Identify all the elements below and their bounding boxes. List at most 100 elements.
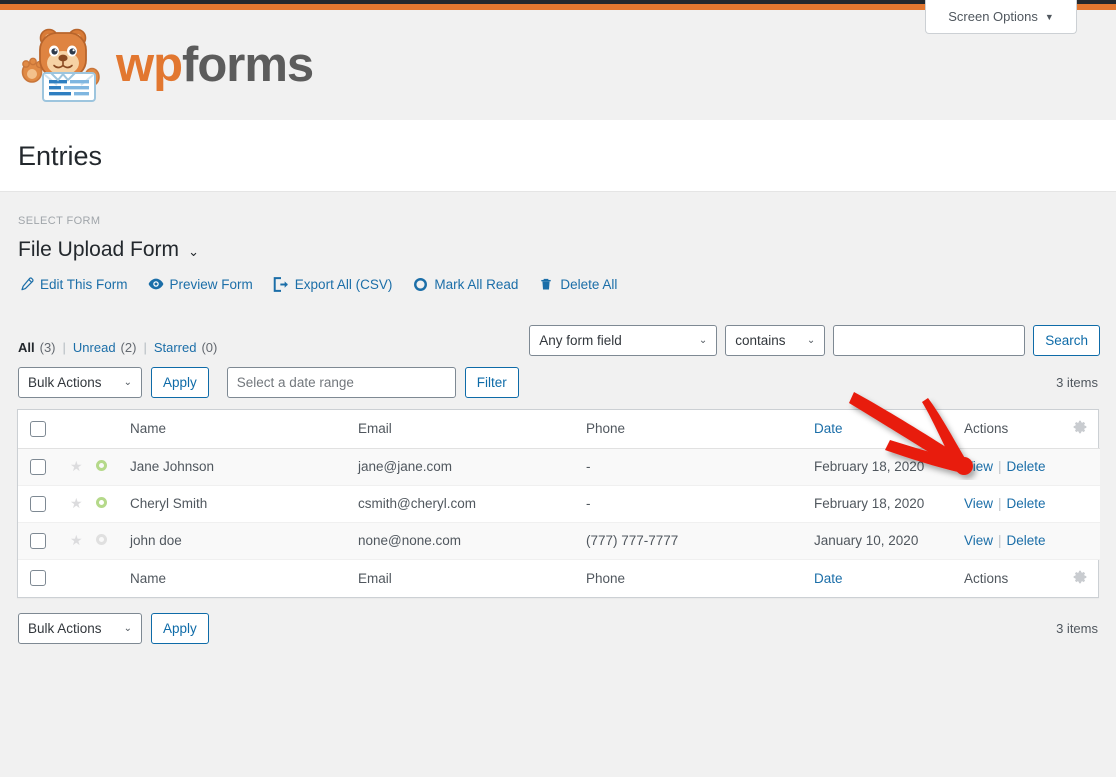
star-column-footer xyxy=(70,559,96,597)
circle-o-icon xyxy=(412,276,428,292)
cell-date: February 18, 2020 xyxy=(814,496,925,511)
row-select-cell xyxy=(18,448,70,485)
search-button[interactable]: Search xyxy=(1033,325,1100,356)
select-all-header xyxy=(18,410,70,448)
search-field-select-value: Any form field xyxy=(539,333,622,348)
row-star-cell: ★ xyxy=(70,485,96,522)
pencil-icon xyxy=(18,276,34,292)
column-header-phone: Phone xyxy=(586,421,626,437)
column-header-name: Name xyxy=(130,421,167,437)
wordmark-wp: wp xyxy=(116,37,183,92)
preview-form-link[interactable]: Preview Form xyxy=(148,276,253,292)
chevron-down-icon: ▼ xyxy=(1044,11,1054,22)
eye-icon xyxy=(148,276,164,292)
view-separator: | xyxy=(62,340,66,355)
bulk-actions-select-bottom[interactable]: Bulk Actions ⌄ xyxy=(18,613,142,644)
mark-all-read-link[interactable]: Mark All Read xyxy=(412,276,518,292)
read-indicator-icon[interactable] xyxy=(96,534,107,545)
column-footer-date[interactable]: Date xyxy=(814,559,964,597)
star-column-header xyxy=(70,410,96,448)
star-icon[interactable]: ★ xyxy=(70,533,83,547)
apply-button-bottom[interactable]: Apply xyxy=(151,613,209,644)
export-all-csv-link[interactable]: Export All (CSV) xyxy=(273,276,393,292)
row-read-cell xyxy=(96,522,130,559)
unread-indicator-icon[interactable] xyxy=(96,460,107,471)
search-compare-select[interactable]: contains ⌄ xyxy=(725,325,826,356)
delete-entry-link[interactable]: Delete xyxy=(1007,459,1046,474)
row-select-cell xyxy=(18,522,70,559)
selected-form-name: File Upload Form xyxy=(18,238,180,261)
cell-phone: (777) 777-7777 xyxy=(586,533,679,548)
row-checkbox[interactable] xyxy=(30,495,46,512)
delete-entry-link[interactable]: Delete xyxy=(1007,533,1046,548)
view-starred-count: (0) xyxy=(201,340,218,355)
row-star-cell: ★ xyxy=(70,522,96,559)
apply-label-bottom: Apply xyxy=(163,621,197,636)
entry-status-views: All (3) | Unread (2) | Starred (0) xyxy=(18,340,217,355)
export-all-csv-label: Export All (CSV) xyxy=(294,276,393,292)
table-row[interactable]: ★ john doe none@none.com (777) 777-7777 … xyxy=(18,522,1100,559)
apply-button-top[interactable]: Apply xyxy=(151,367,209,398)
column-footer-actions: Actions xyxy=(964,570,1009,586)
wpforms-bear-mascot-icon xyxy=(18,25,106,105)
column-header-date-link: Date xyxy=(814,421,843,437)
view-unread-link[interactable]: Unread xyxy=(73,340,116,355)
column-settings-header[interactable] xyxy=(1060,410,1100,448)
gear-icon[interactable] xyxy=(1073,421,1087,437)
select-all-checkbox-footer[interactable] xyxy=(30,570,46,587)
action-separator: | xyxy=(998,533,1002,548)
view-separator: | xyxy=(143,340,147,355)
wordmark-forms: forms xyxy=(182,37,314,92)
table-footer-row: Name Email Phone Date Actions xyxy=(18,559,1100,597)
view-entry-link[interactable]: View xyxy=(964,459,993,474)
tablenav-top: Bulk Actions ⌄ Apply Select a date range… xyxy=(18,367,519,398)
filter-button[interactable]: Filter xyxy=(464,367,519,398)
star-icon[interactable]: ★ xyxy=(70,459,83,473)
column-header-date[interactable]: Date xyxy=(814,410,964,448)
cell-name: Jane Johnson xyxy=(130,459,215,474)
bulk-actions-value-bottom: Bulk Actions xyxy=(28,621,102,636)
filter-label: Filter xyxy=(476,375,507,390)
column-footer-email: Email xyxy=(358,570,392,586)
items-count-top: 3 items xyxy=(1056,375,1098,390)
table-row[interactable]: ★ Cheryl Smith csmith@cheryl.com - Febru… xyxy=(18,485,1100,522)
edit-this-form-label: Edit This Form xyxy=(40,276,128,292)
search-input[interactable] xyxy=(833,325,1026,356)
cell-phone: - xyxy=(586,459,591,474)
search-field-select[interactable]: Any form field ⌄ xyxy=(529,325,718,356)
column-settings-footer[interactable] xyxy=(1060,559,1100,597)
cell-date: January 10, 2020 xyxy=(814,533,919,548)
row-read-cell xyxy=(96,485,130,522)
view-entry-link[interactable]: View xyxy=(964,496,993,511)
view-all-count: (3) xyxy=(39,340,56,355)
row-select-cell xyxy=(18,485,70,522)
gear-icon[interactable] xyxy=(1073,570,1087,587)
select-all-checkbox[interactable] xyxy=(30,420,46,437)
table-row[interactable]: ★ Jane Johnson jane@jane.com - February … xyxy=(18,448,1100,485)
action-separator: | xyxy=(998,459,1002,474)
row-gear-cell xyxy=(1060,448,1100,485)
row-gear-cell xyxy=(1060,522,1100,559)
items-count-bottom: 3 items xyxy=(1056,621,1098,636)
form-selector-dropdown[interactable]: File Upload Form ⌄ xyxy=(18,238,199,262)
view-unread-count: (2) xyxy=(120,340,137,355)
screen-options-toggle[interactable]: Screen Options ▼ xyxy=(925,0,1077,34)
delete-entry-link[interactable]: Delete xyxy=(1007,496,1046,511)
view-entry-link[interactable]: View xyxy=(964,533,993,548)
bulk-actions-select-top[interactable]: Bulk Actions ⌄ xyxy=(18,367,142,398)
view-starred-link[interactable]: Starred xyxy=(154,340,197,355)
column-header-actions: Actions xyxy=(964,421,1009,437)
view-all-link[interactable]: All xyxy=(18,340,35,355)
chevron-down-icon: ⌄ xyxy=(123,377,132,388)
row-checkbox[interactable] xyxy=(30,532,46,549)
star-icon[interactable]: ★ xyxy=(70,496,83,510)
page-title: Entries xyxy=(18,141,103,171)
delete-all-link[interactable]: Delete All xyxy=(538,276,617,292)
select-all-footer xyxy=(18,559,70,597)
unread-indicator-icon[interactable] xyxy=(96,497,107,508)
date-range-input[interactable]: Select a date range xyxy=(226,367,456,398)
edit-this-form-link[interactable]: Edit This Form xyxy=(18,276,128,292)
cell-actions: View | Delete xyxy=(964,522,1060,559)
row-checkbox[interactable] xyxy=(30,458,46,475)
trash-icon xyxy=(538,276,554,292)
